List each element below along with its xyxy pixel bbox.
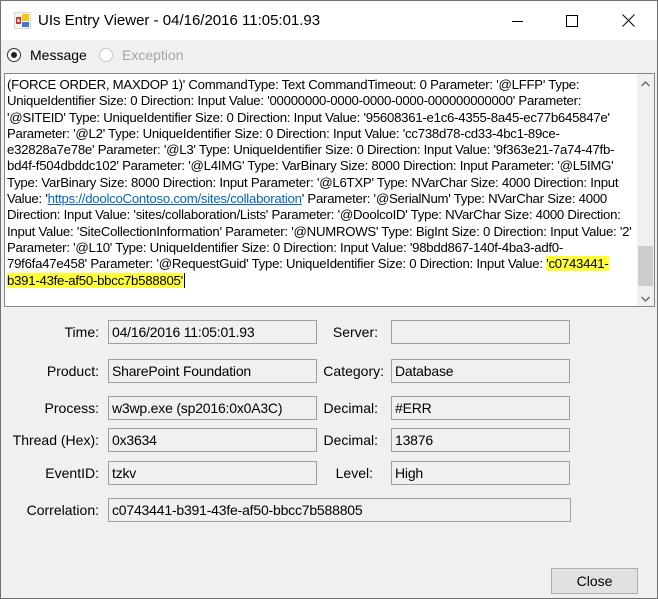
thread-decimal-label: Decimal:	[323, 432, 378, 448]
server-label: Server:	[332, 324, 378, 340]
process-decimal-label: Decimal:	[323, 400, 378, 416]
minimize-button[interactable]	[495, 1, 541, 40]
maximize-icon	[566, 14, 578, 27]
collaboration-site-link[interactable]: https://doolcoContoso.com/sites/collabor…	[48, 191, 302, 206]
uls-entry-viewer-window: UIs Entry Viewer - 04/16/2016 11:05:01.9…	[0, 0, 658, 599]
message-text-part: (FORCE ORDER, MAXDOP 1)' CommandType: Te…	[7, 77, 619, 207]
radio-selected-icon	[7, 48, 21, 62]
window-title: UIs Entry Viewer - 04/16/2016 11:05:01.9…	[38, 12, 321, 29]
exception-radio-label: Exception	[122, 47, 184, 63]
radio-unselected-icon	[99, 48, 113, 62]
close-button[interactable]: Close	[551, 568, 638, 594]
close-window-button[interactable]	[605, 1, 651, 40]
level-label: Level:	[335, 465, 373, 481]
scrollbar-thumb[interactable]	[638, 246, 653, 286]
process-decimal-field[interactable]: #ERR	[391, 396, 570, 420]
category-field[interactable]: Database	[391, 359, 570, 383]
product-label: Product:	[46, 363, 99, 379]
event-id-field[interactable]: tzkv	[108, 461, 317, 485]
message-textbox[interactable]: (FORCE ORDER, MAXDOP 1)' CommandType: Te…	[4, 73, 655, 307]
time-field[interactable]: 04/16/2016 11:05:01.93	[108, 320, 317, 344]
maximize-button[interactable]	[549, 1, 595, 40]
thread-label: Thread (Hex):	[12, 432, 99, 448]
text-caret	[183, 272, 185, 288]
view-mode-group: Message Exception	[1, 41, 657, 71]
scroll-up-button[interactable]	[637, 74, 654, 91]
message-text: (FORCE ORDER, MAXDOP 1)' CommandType: Te…	[7, 77, 633, 289]
vertical-scrollbar[interactable]	[637, 74, 654, 306]
exception-radio: Exception	[99, 47, 183, 63]
chevron-down-icon	[641, 289, 650, 307]
thread-decimal-field[interactable]: 13876	[391, 428, 570, 452]
message-radio-label: Message	[30, 47, 87, 63]
time-label: Time:	[64, 324, 99, 340]
server-field[interactable]	[391, 320, 570, 344]
minimize-icon	[512, 15, 524, 27]
process-label: Process:	[44, 400, 99, 416]
scroll-down-button[interactable]	[637, 289, 654, 306]
product-field[interactable]: SharePoint Foundation	[108, 359, 317, 383]
correlation-field[interactable]: c0743441-b391-43fe-af50-bbcc7b588805	[108, 498, 571, 522]
message-radio[interactable]: Message	[7, 47, 87, 63]
title-bar: UIs Entry Viewer - 04/16/2016 11:05:01.9…	[1, 1, 657, 40]
correlation-label: Correlation:	[26, 502, 99, 518]
level-field[interactable]: High	[391, 461, 570, 485]
process-field[interactable]: w3wp.exe (sp2016:0x0A3C)	[108, 396, 317, 420]
category-label: Category:	[323, 363, 384, 379]
event-id-label: EventID:	[45, 465, 99, 481]
chevron-up-icon	[641, 74, 650, 92]
close-icon	[621, 14, 635, 27]
thread-field[interactable]: 0x3634	[108, 428, 317, 452]
app-icon	[14, 12, 31, 29]
